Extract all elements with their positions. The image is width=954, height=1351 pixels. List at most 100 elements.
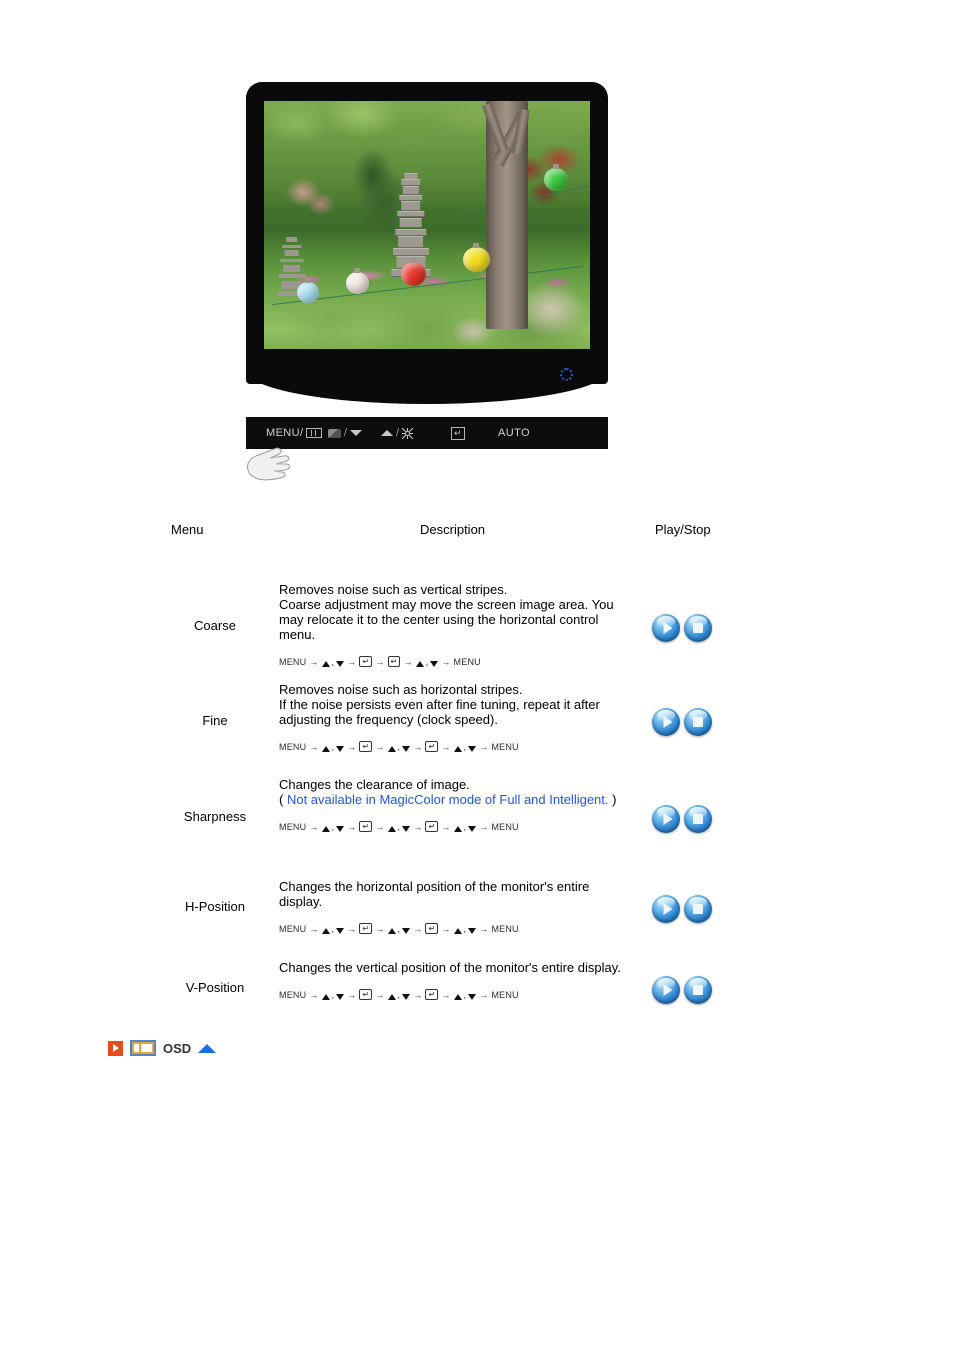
separator-slash: /	[396, 427, 400, 439]
enter-icon: ↵	[359, 923, 373, 934]
table-row: Fine Removes noise such as horizontal st…	[155, 664, 745, 759]
play-button[interactable]	[652, 976, 680, 1004]
pointing-hand-cursor-icon	[244, 444, 296, 484]
note-text: Not available in MagicColor mode of Full…	[286, 792, 609, 807]
row-description: Changes the clearance of image. ( Not av…	[279, 777, 629, 835]
down-arrow-icon	[468, 825, 477, 832]
row-description: Removes noise such as vertical stripes. …	[279, 582, 629, 670]
monitor-screen	[264, 101, 590, 349]
up-arrow-icon	[321, 927, 330, 934]
down-arrow-icon	[336, 993, 345, 1000]
enter-icon: ↵	[425, 821, 439, 832]
arrow-right-icon: →	[413, 990, 423, 1000]
down-arrow-icon	[402, 825, 411, 832]
arrow-right-icon: →	[309, 990, 319, 1000]
up-arrow-icon	[321, 993, 330, 1000]
osd-window-icon	[306, 428, 323, 438]
photo-lantern-red	[400, 258, 426, 287]
row-play-stop-controls	[652, 976, 722, 1004]
stop-button[interactable]	[684, 708, 712, 736]
nav-step-menu: MENU	[491, 990, 519, 1000]
nav-comma: ,	[331, 822, 335, 832]
arrow-right-icon: →	[309, 822, 319, 832]
stop-icon	[693, 904, 703, 914]
down-arrow-icon	[336, 825, 345, 832]
enter-icon: ↵	[359, 989, 373, 1000]
stop-button[interactable]	[684, 976, 712, 1004]
row-description: Changes the horizontal position of the m…	[279, 879, 629, 937]
arrow-right-icon: →	[375, 990, 385, 1000]
table-row: V-Position Changes the vertical position…	[155, 936, 745, 1017]
up-arrow-icon	[321, 745, 330, 752]
arrow-right-icon: →	[347, 742, 357, 752]
arrow-right-icon: →	[375, 822, 385, 832]
nav-comma: ,	[397, 742, 401, 752]
down-arrow-icon	[336, 745, 345, 752]
description-line: Coarse adjustment may move the screen im…	[279, 597, 614, 642]
nav-comma: ,	[331, 742, 335, 752]
nav-comma: ,	[331, 990, 335, 1000]
stop-icon	[693, 623, 703, 633]
osd-screen-icon[interactable]	[130, 1040, 156, 1056]
photo-lantern-blue	[296, 278, 319, 304]
description-line: Changes the horizontal position of the m…	[279, 879, 590, 909]
nav-step-menu: MENU	[279, 742, 307, 752]
separator-slash: /	[344, 427, 348, 439]
up-arrow-icon	[453, 825, 462, 832]
description-note: ( Not available in MagicColor mode of Fu…	[279, 792, 629, 807]
up-arrow-icon	[387, 993, 396, 1000]
nav-step-menu: MENU	[279, 990, 307, 1000]
monitor-bezel	[246, 82, 608, 384]
nav-step-menu: MENU	[491, 822, 519, 832]
arrow-right-icon: →	[479, 742, 489, 752]
arrow-right-icon: →	[479, 822, 489, 832]
auto-button[interactable]: AUTO	[498, 417, 530, 449]
screen-photo	[264, 101, 590, 349]
enter-icon: ↵	[359, 741, 373, 752]
magicbright-icon	[328, 428, 341, 438]
play-button[interactable]	[652, 895, 680, 923]
nav-step-menu: MENU	[279, 924, 307, 934]
play-button[interactable]	[652, 708, 680, 736]
column-header-play-stop: Play/Stop	[655, 522, 711, 537]
scroll-to-top-icon[interactable]	[198, 1043, 217, 1053]
stop-button[interactable]	[684, 895, 712, 923]
down-arrow-icon	[402, 993, 411, 1000]
stop-button[interactable]	[684, 614, 712, 642]
photo-lantern-white	[345, 268, 369, 295]
row-menu-label: V-Position	[185, 980, 245, 995]
arrow-right-icon: →	[375, 742, 385, 752]
play-button[interactable]	[652, 614, 680, 642]
up-arrow-icon	[387, 825, 396, 832]
brightness-up-button[interactable]: /	[381, 417, 413, 449]
osd-settings-table: Menu Description Play/Stop Coarse Remove…	[155, 518, 745, 1017]
navigation-sequence: MENU → , → ↵ → , → ↵ → , → MENU	[279, 740, 629, 755]
enter-icon: ↵	[425, 741, 439, 752]
stop-icon	[693, 814, 703, 824]
stop-button[interactable]	[684, 805, 712, 833]
arrow-right-icon: →	[309, 742, 319, 752]
arrow-right-icon: →	[413, 742, 423, 752]
play-button[interactable]	[652, 805, 680, 833]
navigation-sequence: MENU → , → ↵ → , → ↵ → , → MENU	[279, 820, 629, 835]
up-arrow-icon	[321, 825, 330, 832]
nav-comma: ,	[463, 924, 467, 934]
play-icon[interactable]	[108, 1040, 123, 1056]
magicbright-down-button[interactable]: /	[328, 417, 363, 449]
brightness-sun-icon	[402, 428, 413, 439]
enter-icon: ↵	[425, 989, 439, 1000]
photo-pink-foliage	[270, 160, 343, 230]
down-arrow-icon	[336, 927, 345, 934]
down-arrow-icon	[350, 430, 363, 436]
down-arrow-icon	[402, 927, 411, 934]
play-icon	[663, 813, 673, 825]
nav-comma: ,	[331, 924, 335, 934]
nav-comma: ,	[397, 990, 401, 1000]
nav-comma: ,	[397, 822, 401, 832]
monitor-control-bar: MENU/ / / ↵ AUTO	[246, 417, 608, 449]
description-line: Changes the vertical position of the mon…	[279, 960, 621, 975]
play-icon	[663, 716, 673, 728]
enter-button[interactable]: ↵	[451, 417, 465, 449]
up-arrow-icon	[387, 745, 396, 752]
column-header-description: Description	[420, 522, 486, 537]
